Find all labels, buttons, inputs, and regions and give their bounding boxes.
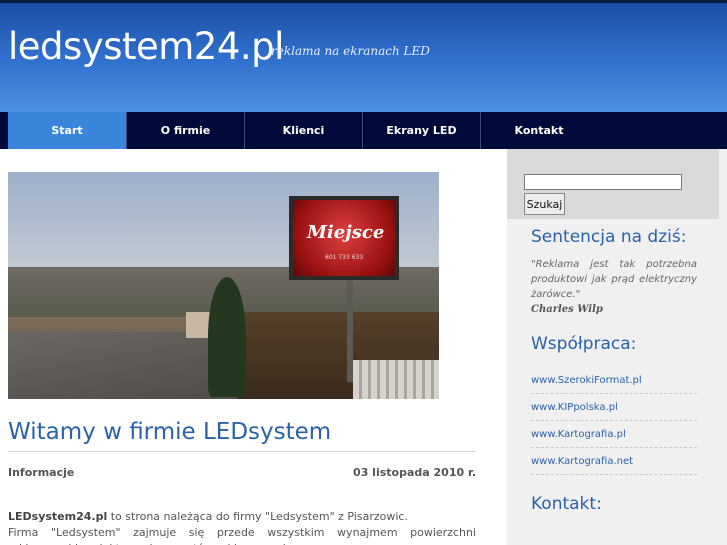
hero-image: Miejsce 601 733 633: [8, 172, 439, 399]
link-kartografia-net[interactable]: www.Kartografia.net: [531, 448, 697, 475]
main-navigation: Start O firmie Klienci Ekrany LED Kontak…: [0, 112, 727, 149]
nav-item-o-firmie[interactable]: O firmie: [127, 112, 245, 149]
nav-item-klienci[interactable]: Klienci: [245, 112, 363, 149]
link-kartografia-pl[interactable]: www.Kartografia.pl: [531, 421, 697, 448]
quote-text: "Reklama jest tak potrzebna produktowi j…: [531, 259, 697, 300]
intro-bold: LEDsystem24.pl: [8, 510, 108, 523]
site-tagline: reklama na ekranach LED: [271, 44, 430, 58]
billboard-phone: 601 733 633: [325, 254, 364, 261]
site-header: ledsystem24.pl reklama na ekranach LED: [0, 0, 727, 112]
post-paragraph: Firma "Ledsystem" zajmuje się przede wsz…: [8, 526, 476, 545]
page-title: Witamy w firmie LEDsystem: [8, 419, 476, 452]
nav-item-ekrany-led[interactable]: Ekrany LED: [363, 112, 481, 149]
sidebar: Szukaj Sentencja na dziś: "Reklama jest …: [507, 149, 727, 545]
post-body: LEDsystem24.pl to strona należąca do fir…: [8, 509, 476, 545]
search-input[interactable]: [524, 174, 682, 190]
led-billboard: Miejsce 601 733 633: [289, 196, 399, 280]
link-kippolska[interactable]: www.KIPpolska.pl: [531, 394, 697, 421]
sentence-heading: Sentencja na dziś:: [531, 227, 687, 247]
cooperation-links: www.SzerokiFormat.pl www.KIPpolska.pl ww…: [531, 367, 697, 475]
post-meta: Informacje 03 listopada 2010 r.: [8, 466, 476, 479]
main-content: Miejsce 601 733 633 Witamy w firmie LEDs…: [8, 172, 476, 545]
quote: "Reklama jest tak potrzebna produktowi j…: [531, 257, 697, 317]
cooperation-heading: Współpraca:: [531, 334, 637, 354]
search-button[interactable]: Szukaj: [524, 193, 565, 215]
post-category: Informacje: [8, 466, 75, 479]
hero-tree: [208, 277, 246, 397]
search-area: Szukaj: [507, 149, 719, 219]
nav-spacer: [0, 112, 8, 149]
nav-item-kontakt[interactable]: Kontakt: [481, 112, 597, 149]
intro-text: to strona należąca do firmy "Ledsystem" …: [107, 510, 408, 523]
site-title[interactable]: ledsystem24.pl: [8, 25, 284, 68]
contact-heading: Kontakt:: [531, 494, 602, 514]
quote-author: Charles Wilp: [531, 304, 603, 315]
billboard-text: Miejsce: [307, 222, 385, 243]
nav-item-start[interactable]: Start: [8, 112, 127, 149]
led-screen: Miejsce 601 733 633: [293, 200, 395, 276]
hero-fence: [353, 360, 439, 399]
link-szerokiformat[interactable]: www.SzerokiFormat.pl: [531, 367, 697, 394]
post-date: 03 listopada 2010 r.: [353, 466, 476, 479]
